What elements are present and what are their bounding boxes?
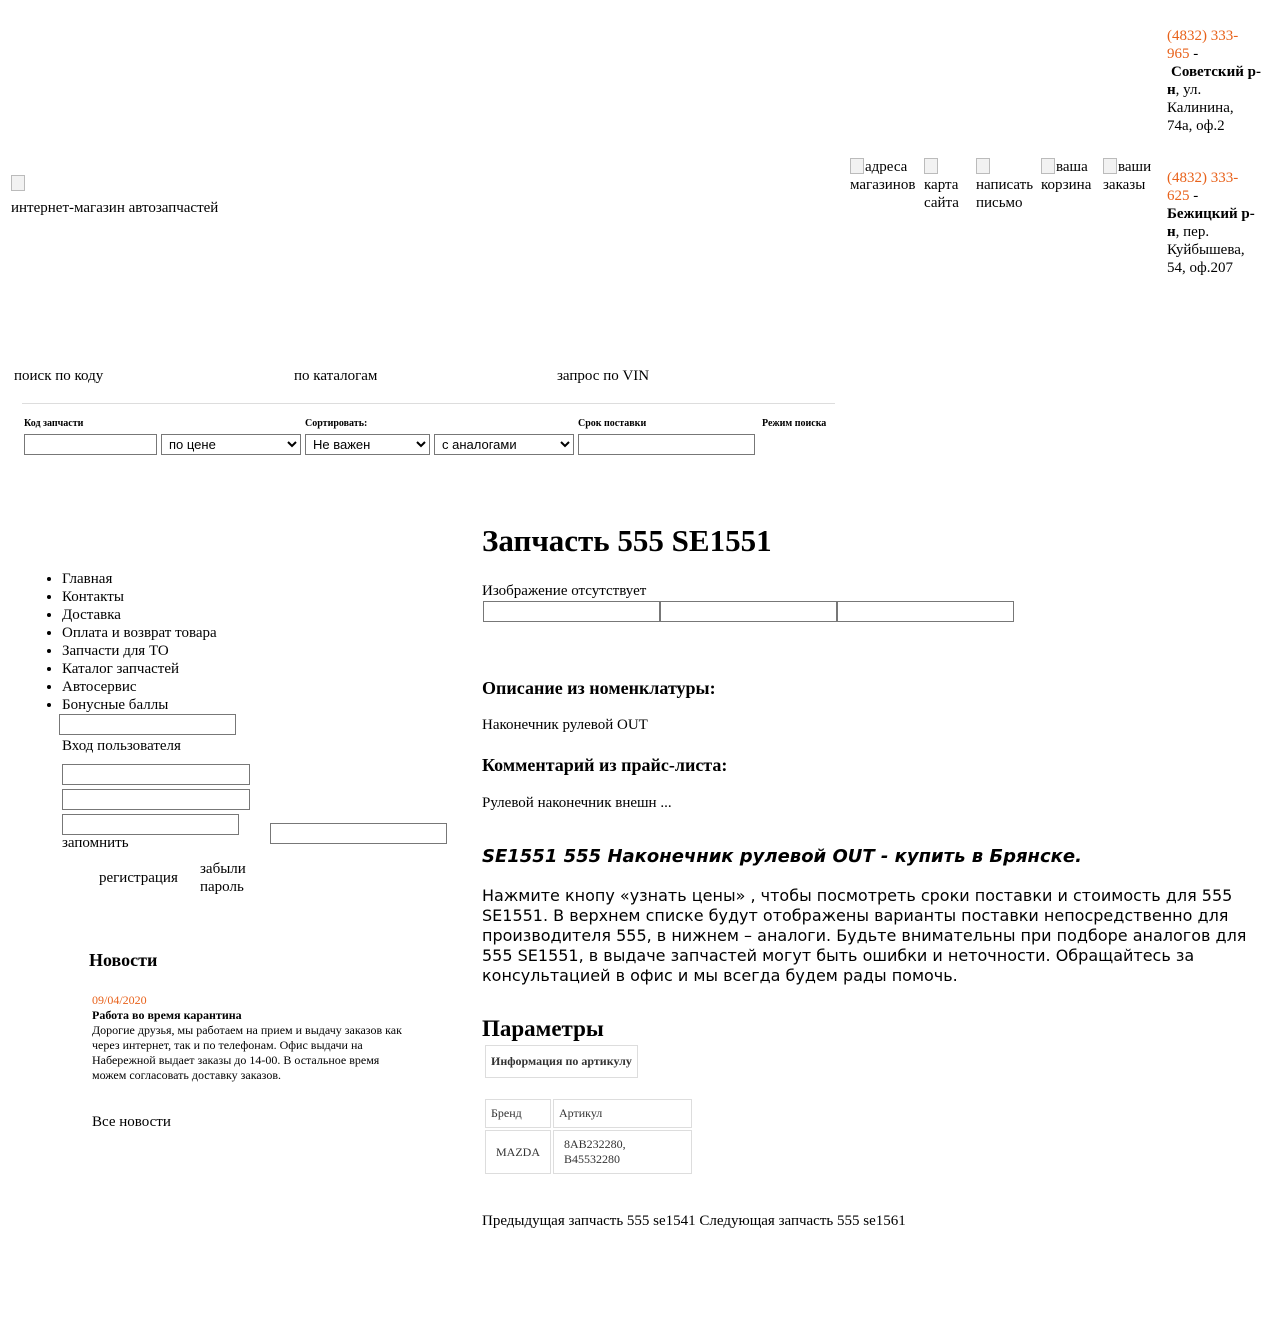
sort-label: Сортировать: [305, 418, 368, 429]
menu-item-delivery[interactable]: Доставка [62, 606, 217, 624]
main-menu: Главная Контакты Доставка Оплата и возвр… [40, 570, 217, 714]
brand-cell: MAZDA [485, 1130, 551, 1174]
table-row: MAZDA 8AB232280, B45532280 [485, 1130, 692, 1174]
menu-item-contacts[interactable]: Контакты [62, 588, 217, 606]
site-tagline: интернет-магазин автозапчастей [11, 200, 219, 216]
remember-label: запомнить [62, 835, 129, 851]
prev-part-link[interactable]: 555 se1541 [627, 1213, 696, 1229]
tabs-divider [22, 403, 835, 404]
logo[interactable] [11, 175, 26, 192]
delivery-label: Срок поставки [578, 418, 647, 429]
sitemap-icon [924, 158, 938, 174]
menu-extra-input[interactable] [59, 714, 236, 735]
logo-image[interactable] [11, 175, 25, 191]
nav-orders-link[interactable]: ваши заказы [1103, 158, 1157, 212]
menu-item-payment[interactable]: Оплата и возврат товара [62, 624, 217, 642]
forgot-password-link[interactable]: забыли пароль [200, 860, 246, 896]
description-title: Описание из номенклатуры: [482, 678, 716, 698]
cart-icon [1041, 158, 1055, 174]
contact-sovetsky: (4832) 333- 965 - Советский р-н, ул. Кал… [1167, 28, 1261, 134]
sort-select[interactable]: по цене [161, 434, 301, 455]
tab-vin-request[interactable]: запрос по VIN [557, 368, 649, 385]
phone-link[interactable]: (4832) 333- [1167, 170, 1238, 186]
analogs-table: Бренд Артикул MAZDA 8AB232280, B45532280 [483, 1097, 694, 1176]
next-part-link[interactable]: 555 se1561 [837, 1213, 906, 1229]
news-date: 09/04/2020 [92, 993, 147, 1007]
menu-item-maintenance-parts[interactable]: Запчасти для ТО [62, 642, 217, 660]
tab-catalogs[interactable]: по каталогам [294, 368, 377, 385]
nav-write-letter-link[interactable]: написать письмо [976, 158, 1037, 212]
prev-next-nav: Предыдущая запчасть 555 se1541 Следующая… [482, 1213, 906, 1229]
brand-column-header: Бренд [485, 1099, 551, 1128]
stores-icon [850, 158, 864, 174]
menu-item-catalog[interactable]: Каталог запчастей [62, 660, 217, 678]
all-news-link[interactable]: Все новости [92, 1114, 171, 1131]
page-title: Запчасть 555 SE1551 [482, 523, 772, 558]
article-cell: 8AB232280, B45532280 [553, 1130, 692, 1174]
search-mode-select[interactable]: с аналогами [434, 434, 574, 455]
extra-search-input[interactable] [578, 434, 755, 455]
menu-item-bonus[interactable]: Бонусные баллы [62, 696, 217, 714]
news-title: Новости [89, 950, 158, 970]
params-title: Параметры [482, 1016, 604, 1041]
mode-label: Режим поиска [762, 418, 827, 429]
remember-checkbox[interactable] [62, 814, 239, 835]
part-code-input[interactable] [24, 434, 157, 455]
tab-search-by-code[interactable]: поиск по коду [14, 368, 103, 385]
login-title: Вход пользователя [62, 738, 181, 754]
seo-text: Нажмите кнопу «узнать цены» , чтобы посм… [482, 886, 1247, 985]
description-text: Наконечник рулевой OUT [482, 717, 648, 733]
article-info-table: Информация по артикулу [483, 1043, 640, 1080]
header-nav: адреса магазинов карта сайта написать пи… [850, 158, 1157, 212]
phone-link-cont[interactable]: 965 [1167, 46, 1190, 62]
delivery-select[interactable]: Не важен [305, 434, 430, 455]
article-info-header: Информация по артикулу [485, 1045, 638, 1078]
nav-sitemap-link[interactable]: карта сайта [924, 158, 972, 212]
phone-link[interactable]: (4832) 333- [1167, 28, 1238, 44]
phone-link-cont[interactable]: 625 [1167, 188, 1190, 204]
thumb-slot-2[interactable] [660, 601, 837, 622]
menu-item-autoservice[interactable]: Автосервис [62, 678, 217, 696]
nav-stores-link[interactable]: адреса магазинов [850, 158, 920, 212]
orders-icon [1103, 158, 1117, 174]
thumb-slot-3[interactable] [837, 601, 1014, 622]
menu-item-home[interactable]: Главная [62, 570, 217, 588]
no-image-text: Изображение отсутствует [482, 583, 647, 599]
comment-title: Комментарий из прайс-листа: [482, 755, 728, 775]
news-headline[interactable]: Работа во время карантина [92, 1008, 412, 1023]
thumb-slot-1[interactable] [483, 601, 660, 622]
news-text: Дорогие друзья, мы работаем на прием и в… [92, 1023, 402, 1082]
nav-cart-link[interactable]: ваша корзина [1041, 158, 1099, 212]
password-input[interactable] [62, 789, 250, 810]
register-link[interactable]: регистрация [99, 870, 178, 887]
article-column-header: Артикул [553, 1099, 692, 1128]
mail-icon [976, 158, 990, 174]
login-submit-button[interactable] [270, 823, 447, 844]
comment-text: Рулевой наконечник внешн ... [482, 795, 672, 811]
seo-title: SE1551 555 Наконечник рулевой OUT - купи… [482, 846, 1082, 867]
contact-bezhitsky: (4832) 333- 625 - Бежицкий р-н, пер. Куй… [1167, 170, 1255, 276]
code-label: Код запчасти [24, 418, 84, 429]
login-input[interactable] [62, 764, 250, 785]
